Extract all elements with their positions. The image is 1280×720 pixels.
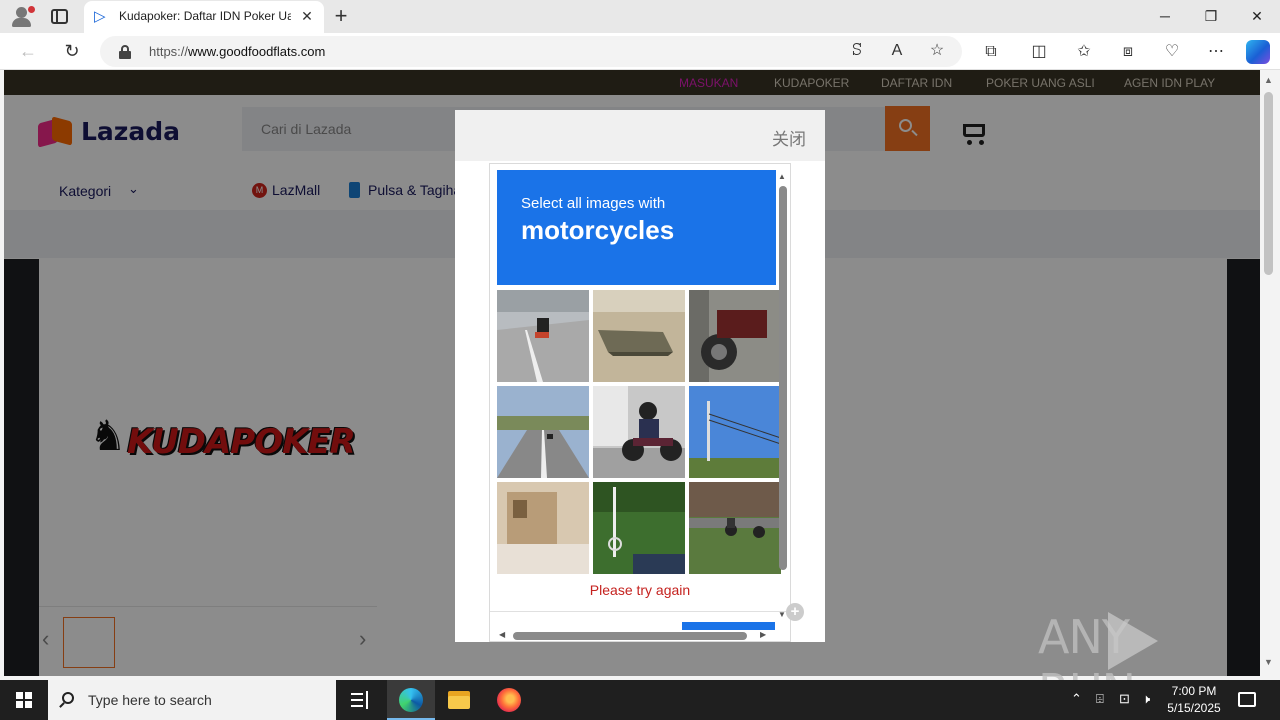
clock-date[interactable]: 5/15/2025 [1166,701,1222,715]
scroll-right-arrow-icon[interactable]: ▶ [760,630,766,639]
browser-tab[interactable]: ▷ Kudapoker: Daftar IDN Poker Uang Asli … [84,1,324,33]
copilot-icon[interactable] [1246,40,1270,64]
more-menu-icon[interactable]: ⋯ [1205,41,1227,63]
taskbar-search[interactable]: Type here to search [48,680,336,720]
captcha-tile-9[interactable] [689,482,781,574]
device-icon[interactable]: ⌹ [1096,691,1104,707]
captcha-tile-5[interactable] [593,386,685,478]
firefox-icon[interactable] [497,688,521,712]
captcha-tile-6[interactable] [689,386,781,478]
task-view-icon[interactable] [349,688,373,712]
edge-browser-icon[interactable] [399,688,423,712]
plus-icon[interactable]: + [786,603,804,621]
taskbar: Type here to search ⌃ ⌹ ⊡ 🕨 7:00 PM 5/15… [0,680,1280,720]
scroll-down-arrow-icon[interactable]: ▼ [778,610,786,619]
url-text: https://www.goodfoodflats.com [149,44,326,59]
tray-chevron-up-icon[interactable]: ⌃ [1071,691,1082,707]
anyrun-play-icon [1108,612,1158,670]
favorite-star-icon[interactable]: ☆ [926,40,948,62]
address-bar[interactable]: https://www.goodfoodflats.com ꕶ A ☆ [100,36,962,67]
collections-icon[interactable]: ⧈ [1117,41,1139,63]
modal-header: 关闭 [455,110,825,161]
back-button[interactable]: ← [16,40,40,62]
browser-essentials-icon[interactable]: ♡ [1161,41,1183,63]
captcha-header: Select all images with motorcycles [497,170,776,285]
captcha-tile-7[interactable] [497,482,589,574]
favorites-icon[interactable]: ✩ [1073,41,1095,63]
captcha-frame: Select all images with motorcycles Pleas… [489,163,791,642]
taskbar-search-placeholder: Type here to search [88,692,212,708]
file-explorer-icon[interactable] [447,688,471,712]
captcha-tile-1[interactable] [497,290,589,382]
split-screen-icon[interactable]: ◫ [1028,41,1050,63]
page-scroll-thumb[interactable] [1264,92,1273,275]
scroll-left-arrow-icon[interactable]: ◀ [499,630,505,639]
notification-icon[interactable] [1238,692,1256,707]
address-toolbar: ← ↻ https://www.goodfoodflats.com ꕶ A ☆ … [0,33,1280,70]
refresh-button[interactable]: ↻ [60,40,84,62]
minimize-button[interactable]: ─ [1150,6,1180,26]
frame-horizontal-scroll-thumb[interactable] [513,632,747,640]
volume-icon[interactable]: 🕨 [1142,691,1150,707]
play-favicon-icon: ▷ [94,8,106,25]
captcha-target: motorcycles [521,215,675,245]
search-icon [62,692,74,704]
captcha-footer-divider [490,611,790,612]
read-aloud-icon[interactable]: A [886,40,908,62]
translate-icon[interactable]: ꕶ [846,40,868,62]
extensions-icon[interactable]: ⧉ [980,41,1002,63]
captcha-tile-8[interactable] [593,482,685,574]
modal-close-button[interactable]: 关闭 [772,125,806,150]
page-scroll-down-icon[interactable]: ▼ [1264,657,1273,667]
browser-tab-bar: ▷ Kudapoker: Daftar IDN Poker Uang Asli … [0,0,1280,33]
clock-time[interactable]: 7:00 PM [1170,684,1218,698]
captcha-error: Please try again [589,582,691,598]
close-window-button[interactable]: ✕ [1242,6,1272,26]
scroll-up-arrow-icon[interactable]: ▲ [778,172,786,181]
captcha-prompt: Select all images with [521,195,666,212]
captcha-modal: 关闭 Select all images with motorcycles Pl… [455,110,825,642]
frame-vertical-scroll-thumb[interactable] [779,186,787,570]
lock-icon [119,45,131,59]
captcha-tile-3[interactable] [689,290,781,382]
tab-actions-icon[interactable] [51,9,68,24]
captcha-tile-2[interactable] [593,290,685,382]
network-icon[interactable]: ⊡ [1119,691,1130,707]
verify-button[interactable] [682,622,775,630]
page-scroll-up-icon[interactable]: ▲ [1264,75,1273,85]
close-tab-icon[interactable]: ✕ [299,8,315,24]
windows-start-icon[interactable] [16,692,32,708]
profile-icon[interactable] [10,5,35,29]
restore-button[interactable]: ❐ [1196,6,1226,26]
captcha-tile-4[interactable] [497,386,589,478]
tab-title: Kudapoker: Daftar IDN Poker Uang Asli [119,9,291,23]
new-tab-button[interactable]: + [330,5,352,27]
